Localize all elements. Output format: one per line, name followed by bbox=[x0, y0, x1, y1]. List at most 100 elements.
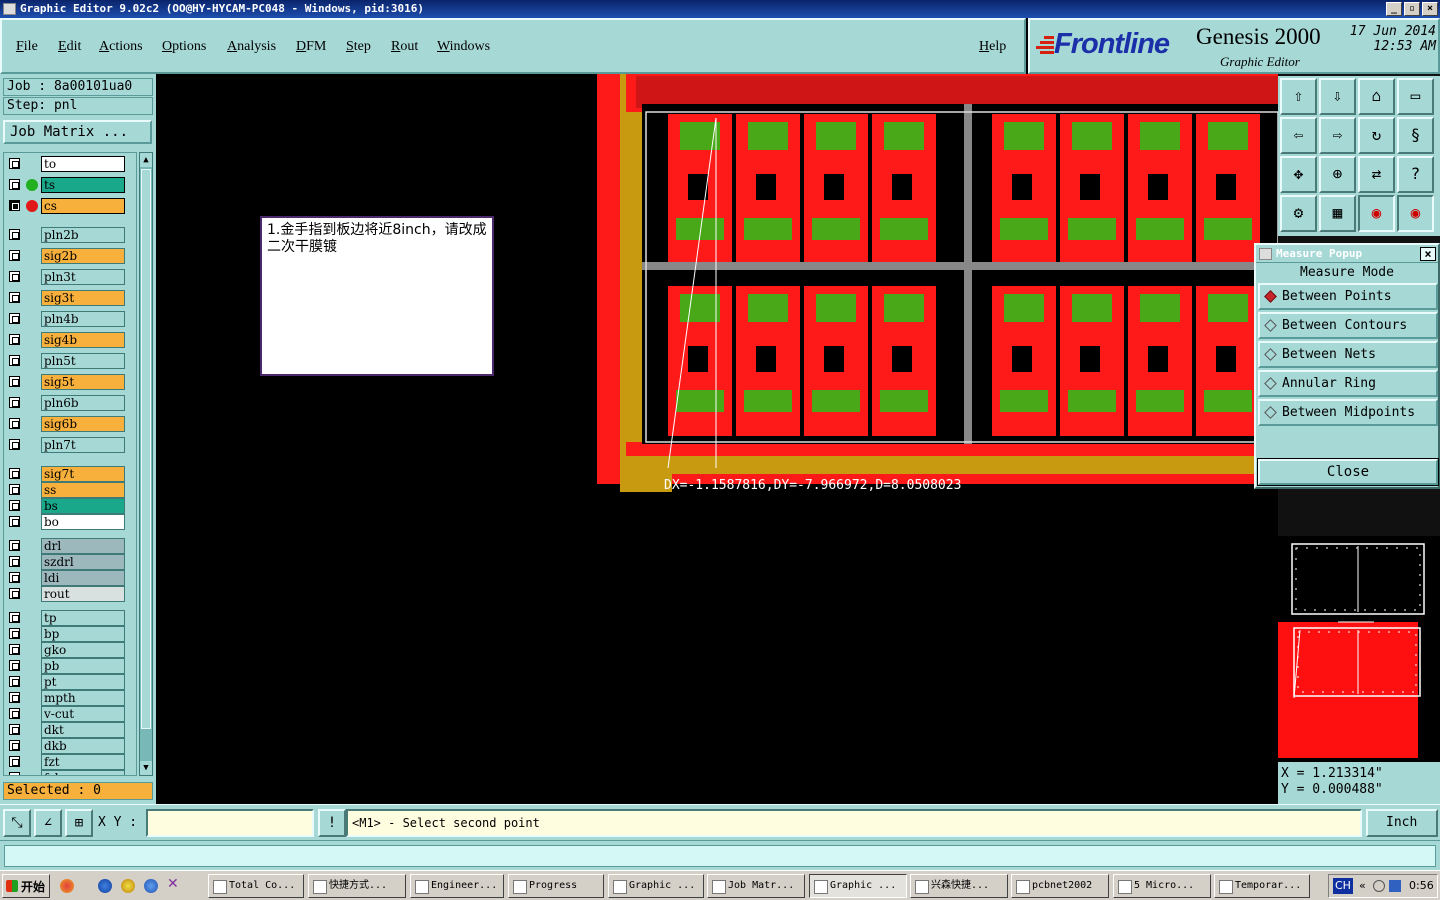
layer-row-pln7t[interactable]: pln7t bbox=[4, 437, 136, 453]
measure-popup-title-bar[interactable]: Measure Popup × bbox=[1256, 245, 1438, 263]
taskbar-item[interactable]: Temporar... bbox=[1214, 874, 1310, 898]
pan-right-icon[interactable]: ⇨ bbox=[1319, 117, 1356, 154]
layer-name[interactable]: ss bbox=[41, 482, 125, 498]
menu-actions[interactable]: Actions bbox=[99, 39, 143, 55]
layer-name[interactable]: rout bbox=[41, 586, 125, 602]
layer-row-pt[interactable]: pt bbox=[4, 674, 136, 690]
layer-row-fzt[interactable]: fzt bbox=[4, 754, 136, 770]
layer-name[interactable]: gko bbox=[41, 642, 125, 658]
taskbar-item[interactable]: Progress bbox=[508, 874, 604, 898]
job-matrix-button[interactable]: Job Matrix ... bbox=[3, 120, 152, 144]
layer-name[interactable]: drl bbox=[41, 538, 125, 554]
layer-name[interactable]: pln6b bbox=[41, 395, 125, 411]
layer-name[interactable]: ldi bbox=[41, 570, 125, 586]
menu-edit[interactable]: Edit bbox=[58, 39, 81, 55]
layer-checkbox[interactable] bbox=[9, 572, 20, 583]
taskbar-item[interactable]: 5 Micro... bbox=[1113, 874, 1211, 898]
taskbar-item[interactable]: 兴森快捷... bbox=[910, 874, 1008, 898]
layer-name[interactable]: fzt bbox=[41, 754, 125, 770]
restore-button[interactable]: ▫ bbox=[1404, 2, 1420, 16]
layer-row-dkt[interactable]: dkt bbox=[4, 722, 136, 738]
layer-name[interactable]: pln3t bbox=[41, 269, 125, 285]
layer-checkbox[interactable] bbox=[9, 724, 20, 735]
layer-checkbox[interactable] bbox=[9, 229, 20, 240]
quicklaunch-x-icon[interactable]: ✕ bbox=[167, 876, 181, 892]
layer-checkbox[interactable] bbox=[9, 540, 20, 551]
zoom-in-icon[interactable]: ✥ bbox=[1280, 156, 1317, 193]
layer-name[interactable]: sig4b bbox=[41, 332, 125, 348]
snap-grid-icon[interactable]: ⊞ bbox=[65, 809, 93, 837]
menu-step[interactable]: Step bbox=[346, 39, 371, 55]
layer-row-sig7t[interactable]: sig7t bbox=[4, 466, 136, 482]
layer-row-dkb[interactable]: dkb bbox=[4, 738, 136, 754]
measure-close-button[interactable]: Close bbox=[1257, 458, 1439, 486]
pan-down-icon[interactable]: ⇩ bbox=[1319, 78, 1356, 115]
layer-name[interactable]: sig3t bbox=[41, 290, 125, 306]
layer-row-pln4b[interactable]: pln4b bbox=[4, 311, 136, 327]
layer-name[interactable]: tp bbox=[41, 610, 125, 626]
layer-row-bp[interactable]: bp bbox=[4, 626, 136, 642]
taskbar-item[interactable]: Job Matr... bbox=[707, 874, 805, 898]
menu-help[interactable]: Help bbox=[979, 39, 1006, 55]
layer-name[interactable]: pln4b bbox=[41, 311, 125, 327]
net-highlight-icon[interactable]: ◉ bbox=[1397, 195, 1434, 232]
layer-row-to[interactable]: to bbox=[4, 156, 136, 172]
layer-name[interactable]: ts bbox=[41, 177, 125, 193]
quicklaunch-clock-icon[interactable] bbox=[121, 879, 135, 893]
layer-row-pln5t[interactable]: pln5t bbox=[4, 353, 136, 369]
layer-checkbox[interactable] bbox=[9, 628, 20, 639]
layer-row-ss[interactable]: ss bbox=[4, 482, 136, 498]
layer-checkbox[interactable] bbox=[9, 660, 20, 671]
layer-name[interactable]: bs bbox=[41, 498, 125, 514]
help-icon[interactable]: ? bbox=[1397, 156, 1434, 193]
layer-row-ts[interactable]: ts bbox=[4, 177, 136, 193]
taskbar-item[interactable]: 快捷方式... bbox=[308, 874, 406, 898]
menu-analysis[interactable]: Analysis bbox=[227, 39, 276, 55]
tray-expand-icon[interactable]: « bbox=[1359, 875, 1366, 897]
layer-name[interactable]: pln5t bbox=[41, 353, 125, 369]
feature-info-icon[interactable]: ◉ bbox=[1358, 195, 1395, 232]
layer-name[interactable]: sig2b bbox=[41, 248, 125, 264]
layer-row-sig4b[interactable]: sig4b bbox=[4, 332, 136, 348]
close-window-button[interactable]: × bbox=[1422, 2, 1438, 16]
menu-windows[interactable]: Windows bbox=[437, 39, 490, 55]
zoom-ratio-icon[interactable]: ⇄ bbox=[1358, 156, 1395, 193]
taskbar-item[interactable]: Total Co... bbox=[208, 874, 304, 898]
layer-row-fzb[interactable]: fzb bbox=[4, 770, 136, 775]
layer-checkbox[interactable] bbox=[9, 271, 20, 282]
zoom-home-icon[interactable]: ⇧ bbox=[1280, 78, 1317, 115]
taskbar-item[interactable]: Engineer... bbox=[410, 874, 504, 898]
layer-checkbox[interactable] bbox=[9, 468, 20, 479]
layer-row-pln6b[interactable]: pln6b bbox=[4, 395, 136, 411]
quicklaunch-browser-icon[interactable] bbox=[144, 879, 158, 893]
scroll-up-arrow-icon[interactable]: ▲ bbox=[140, 153, 152, 167]
layer-checkbox[interactable] bbox=[9, 313, 20, 324]
layer-checkbox[interactable] bbox=[9, 439, 20, 450]
layer-row-rout[interactable]: rout bbox=[4, 586, 136, 602]
menu-dfm[interactable]: DFM bbox=[296, 39, 326, 55]
start-button[interactable]: 开始 bbox=[2, 874, 50, 898]
menu-rout[interactable]: Rout bbox=[391, 39, 418, 55]
zoom-out-icon[interactable]: ⊕ bbox=[1319, 156, 1356, 193]
layer-checkbox[interactable] bbox=[9, 740, 20, 751]
layer-row-drl[interactable]: drl bbox=[4, 538, 136, 554]
layer-row-mpth[interactable]: mpth bbox=[4, 690, 136, 706]
tray-monitor-icon[interactable] bbox=[1389, 880, 1401, 892]
layer-row-gko[interactable]: gko bbox=[4, 642, 136, 658]
layer-row-v-cut[interactable]: v-cut bbox=[4, 706, 136, 722]
layer-row-bo[interactable]: bo bbox=[4, 514, 136, 530]
layer-name[interactable]: dkt bbox=[41, 722, 125, 738]
layer-name[interactable]: fzb bbox=[41, 770, 125, 775]
layer-row-szdrl[interactable]: szdrl bbox=[4, 554, 136, 570]
layer-name[interactable]: bo bbox=[41, 514, 125, 530]
layer-name[interactable]: pt bbox=[41, 674, 125, 690]
layer-row-pb[interactable]: pb bbox=[4, 658, 136, 674]
layer-name[interactable]: dkb bbox=[41, 738, 125, 754]
layer-checkbox[interactable] bbox=[9, 516, 20, 527]
layer-checkbox[interactable] bbox=[9, 292, 20, 303]
minimize-button[interactable]: _ bbox=[1386, 2, 1402, 16]
measure-option-annular-ring[interactable]: Annular Ring bbox=[1258, 370, 1438, 397]
layer-work-indicator-icon[interactable] bbox=[26, 179, 38, 191]
layer-checkbox[interactable] bbox=[9, 200, 20, 211]
layer-checkbox[interactable] bbox=[9, 708, 20, 719]
